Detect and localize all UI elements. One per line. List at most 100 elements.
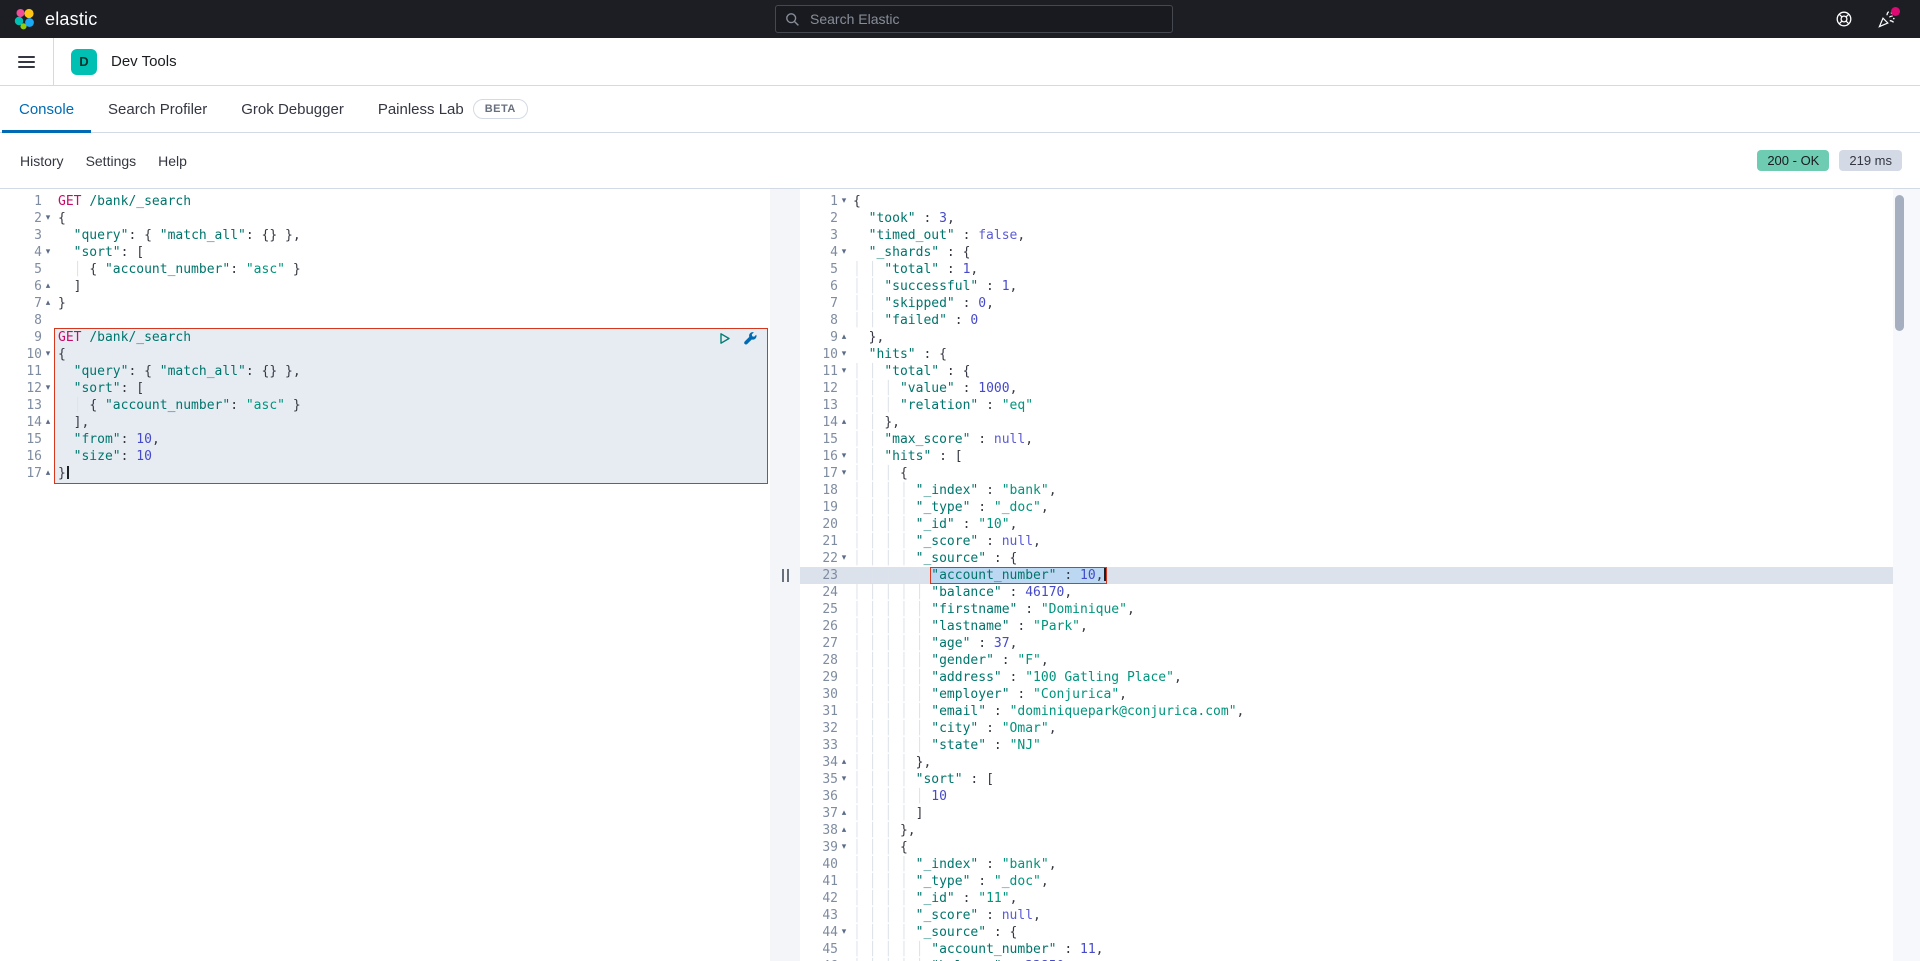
code-line[interactable]: 44▾│ │ │ │ "_source" : { — [800, 924, 1920, 941]
code-line[interactable]: 42│ │ │ │ "_id" : "11", — [800, 890, 1920, 907]
code-line[interactable]: 15│ │ "max_score" : null, — [800, 431, 1920, 448]
fold-toggle-icon[interactable]: ▾ — [838, 465, 850, 482]
code-line[interactable]: 17▾│ │ │ { — [800, 465, 1920, 482]
code-line[interactable]: 34▴│ │ │ │ }, — [800, 754, 1920, 771]
code-line[interactable]: 15 "from": 10, — [0, 431, 770, 448]
code-line[interactable]: 22▾│ │ │ │ "_source" : { — [800, 550, 1920, 567]
fold-toggle-icon[interactable]: ▾ — [42, 244, 54, 261]
fold-toggle-icon[interactable]: ▾ — [838, 771, 850, 788]
code-line[interactable]: 11▾│ │ "total" : { — [800, 363, 1920, 380]
tab-console[interactable]: Console — [2, 86, 91, 132]
code-line[interactable]: 3 "query": { "match_all": {} }, — [0, 227, 770, 244]
code-line[interactable]: 1▾{ — [800, 193, 1920, 210]
code-line[interactable]: 30│ │ │ │ │ "employer" : "Conjurica", — [800, 686, 1920, 703]
code-line[interactable]: 2 "took" : 3, — [800, 210, 1920, 227]
fold-toggle-icon[interactable]: ▾ — [838, 193, 850, 210]
code-line[interactable]: 23│ │ │ │ │ "account_number" : 10, — [800, 567, 1920, 584]
code-line[interactable]: 26│ │ │ │ │ "lastname" : "Park", — [800, 618, 1920, 635]
code-line[interactable]: 2▾{ — [0, 210, 770, 227]
code-line[interactable]: 4▾ "sort": [ — [0, 244, 770, 261]
code-line[interactable]: 16 "size": 10 — [0, 448, 770, 465]
code-line[interactable]: 6▴ ] — [0, 278, 770, 295]
menu-button[interactable] — [0, 38, 54, 85]
toolbar-link-history[interactable]: History — [20, 153, 64, 169]
space-avatar[interactable]: D — [71, 49, 97, 75]
code-line[interactable]: 28│ │ │ │ │ "gender" : "F", — [800, 652, 1920, 669]
fold-toggle-icon[interactable]: ▾ — [838, 839, 850, 856]
code-line[interactable]: 14▴ ], — [0, 414, 770, 431]
fold-toggle-icon[interactable]: ▴ — [838, 329, 850, 346]
code-line[interactable]: 27│ │ │ │ │ "age" : 37, — [800, 635, 1920, 652]
code-line[interactable]: 7│ │ "skipped" : 0, — [800, 295, 1920, 312]
fold-toggle-icon[interactable]: ▾ — [42, 380, 54, 397]
response-viewer[interactable]: 1▾{2 "took" : 3,3 "timed_out" : false,4▾… — [800, 189, 1920, 961]
code-line[interactable]: 33│ │ │ │ │ "state" : "NJ" — [800, 737, 1920, 754]
help-button[interactable] — [1835, 10, 1853, 28]
code-line[interactable]: 35▾│ │ │ │ "sort" : [ — [800, 771, 1920, 788]
toolbar-link-settings[interactable]: Settings — [86, 153, 137, 169]
code-line[interactable]: 13│ │ │ "relation" : "eq" — [800, 397, 1920, 414]
fold-toggle-icon[interactable]: ▴ — [42, 278, 54, 295]
code-line[interactable]: 17▴} — [0, 465, 770, 482]
fold-toggle-icon[interactable]: ▾ — [838, 448, 850, 465]
code-line[interactable]: 41│ │ │ │ "_type" : "_doc", — [800, 873, 1920, 890]
code-line[interactable]: 11 "query": { "match_all": {} }, — [0, 363, 770, 380]
code-line[interactable]: 25│ │ │ │ │ "firstname" : "Dominique", — [800, 601, 1920, 618]
code-line[interactable]: 5 │ { "account_number": "asc" } — [0, 261, 770, 278]
code-line[interactable]: 12│ │ │ "value" : 1000, — [800, 380, 1920, 397]
code-line[interactable]: 6│ │ "successful" : 1, — [800, 278, 1920, 295]
code-line[interactable]: 8│ │ "failed" : 0 — [800, 312, 1920, 329]
code-line[interactable]: 45│ │ │ │ │ "account_number" : 11, — [800, 941, 1920, 958]
fold-toggle-icon[interactable]: ▾ — [838, 550, 850, 567]
code-line[interactable]: 8 — [0, 312, 770, 329]
fold-toggle-icon[interactable]: ▾ — [42, 210, 54, 227]
code-line[interactable]: 12▾ "sort": [ — [0, 380, 770, 397]
code-line[interactable]: 14▴│ │ }, — [800, 414, 1920, 431]
scrollbar-thumb[interactable] — [1895, 195, 1904, 331]
tab-grok-debugger[interactable]: Grok Debugger — [224, 86, 361, 132]
code-line[interactable]: 38▴│ │ │ }, — [800, 822, 1920, 839]
fold-toggle-icon[interactable]: ▴ — [838, 822, 850, 839]
tab-search-profiler[interactable]: Search Profiler — [91, 86, 224, 132]
code-line[interactable]: 9▴ }, — [800, 329, 1920, 346]
fold-toggle-icon[interactable]: ▾ — [838, 924, 850, 941]
fold-toggle-icon[interactable]: ▾ — [838, 346, 850, 363]
response-scrollbar[interactable] — [1893, 189, 1920, 961]
fold-toggle-icon[interactable]: ▾ — [838, 363, 850, 380]
fold-toggle-icon[interactable]: ▴ — [838, 805, 850, 822]
search-input[interactable] — [808, 10, 1163, 28]
fold-toggle-icon[interactable]: ▴ — [838, 754, 850, 771]
fold-toggle-icon[interactable]: ▴ — [42, 414, 54, 431]
code-line[interactable]: 5│ │ "total" : 1, — [800, 261, 1920, 278]
code-line[interactable]: 21│ │ │ │ "_score" : null, — [800, 533, 1920, 550]
tab-painless-lab[interactable]: Painless LabBETA — [361, 86, 545, 132]
code-line[interactable]: 36│ │ │ │ │ 10 — [800, 788, 1920, 805]
code-line[interactable]: 43│ │ │ │ "_score" : null, — [800, 907, 1920, 924]
code-line[interactable]: 39▾│ │ │ { — [800, 839, 1920, 856]
code-line[interactable]: 10▾ "hits" : { — [800, 346, 1920, 363]
toolbar-link-help[interactable]: Help — [158, 153, 187, 169]
code-line[interactable]: 24│ │ │ │ │ "balance" : 46170, — [800, 584, 1920, 601]
elastic-logo[interactable]: elastic — [14, 8, 97, 30]
code-line[interactable]: 29│ │ │ │ │ "address" : "100 Gatling Pla… — [800, 669, 1920, 686]
code-line[interactable]: 7▴} — [0, 295, 770, 312]
fold-toggle-icon[interactable]: ▴ — [42, 295, 54, 312]
newsfeed-button[interactable] — [1877, 10, 1896, 29]
fold-toggle-icon[interactable]: ▾ — [838, 244, 850, 261]
code-line[interactable]: 13 │ { "account_number": "asc" } — [0, 397, 770, 414]
code-line[interactable]: 4▾ "_shards" : { — [800, 244, 1920, 261]
code-line[interactable]: 20│ │ │ │ "_id" : "10", — [800, 516, 1920, 533]
code-line[interactable]: 31│ │ │ │ │ "email" : "dominiquepark@con… — [800, 703, 1920, 720]
panel-resizer[interactable] — [770, 189, 800, 961]
code-line[interactable]: 3 "timed_out" : false, — [800, 227, 1920, 244]
fold-toggle-icon[interactable]: ▴ — [42, 465, 54, 482]
code-line[interactable]: 19│ │ │ │ "_type" : "_doc", — [800, 499, 1920, 516]
fold-toggle-icon[interactable]: ▴ — [838, 414, 850, 431]
code-line[interactable]: 18│ │ │ │ "_index" : "bank", — [800, 482, 1920, 499]
request-editor[interactable]: 1GET /bank/_search2▾{3 "query": { "match… — [0, 189, 770, 961]
code-line[interactable]: 37▴│ │ │ │ ] — [800, 805, 1920, 822]
code-line[interactable]: 32│ │ │ │ │ "city" : "Omar", — [800, 720, 1920, 737]
code-line[interactable]: 16▾│ │ "hits" : [ — [800, 448, 1920, 465]
code-line[interactable]: 9GET /bank/_search — [0, 329, 770, 346]
code-line[interactable]: 40│ │ │ │ "_index" : "bank", — [800, 856, 1920, 873]
